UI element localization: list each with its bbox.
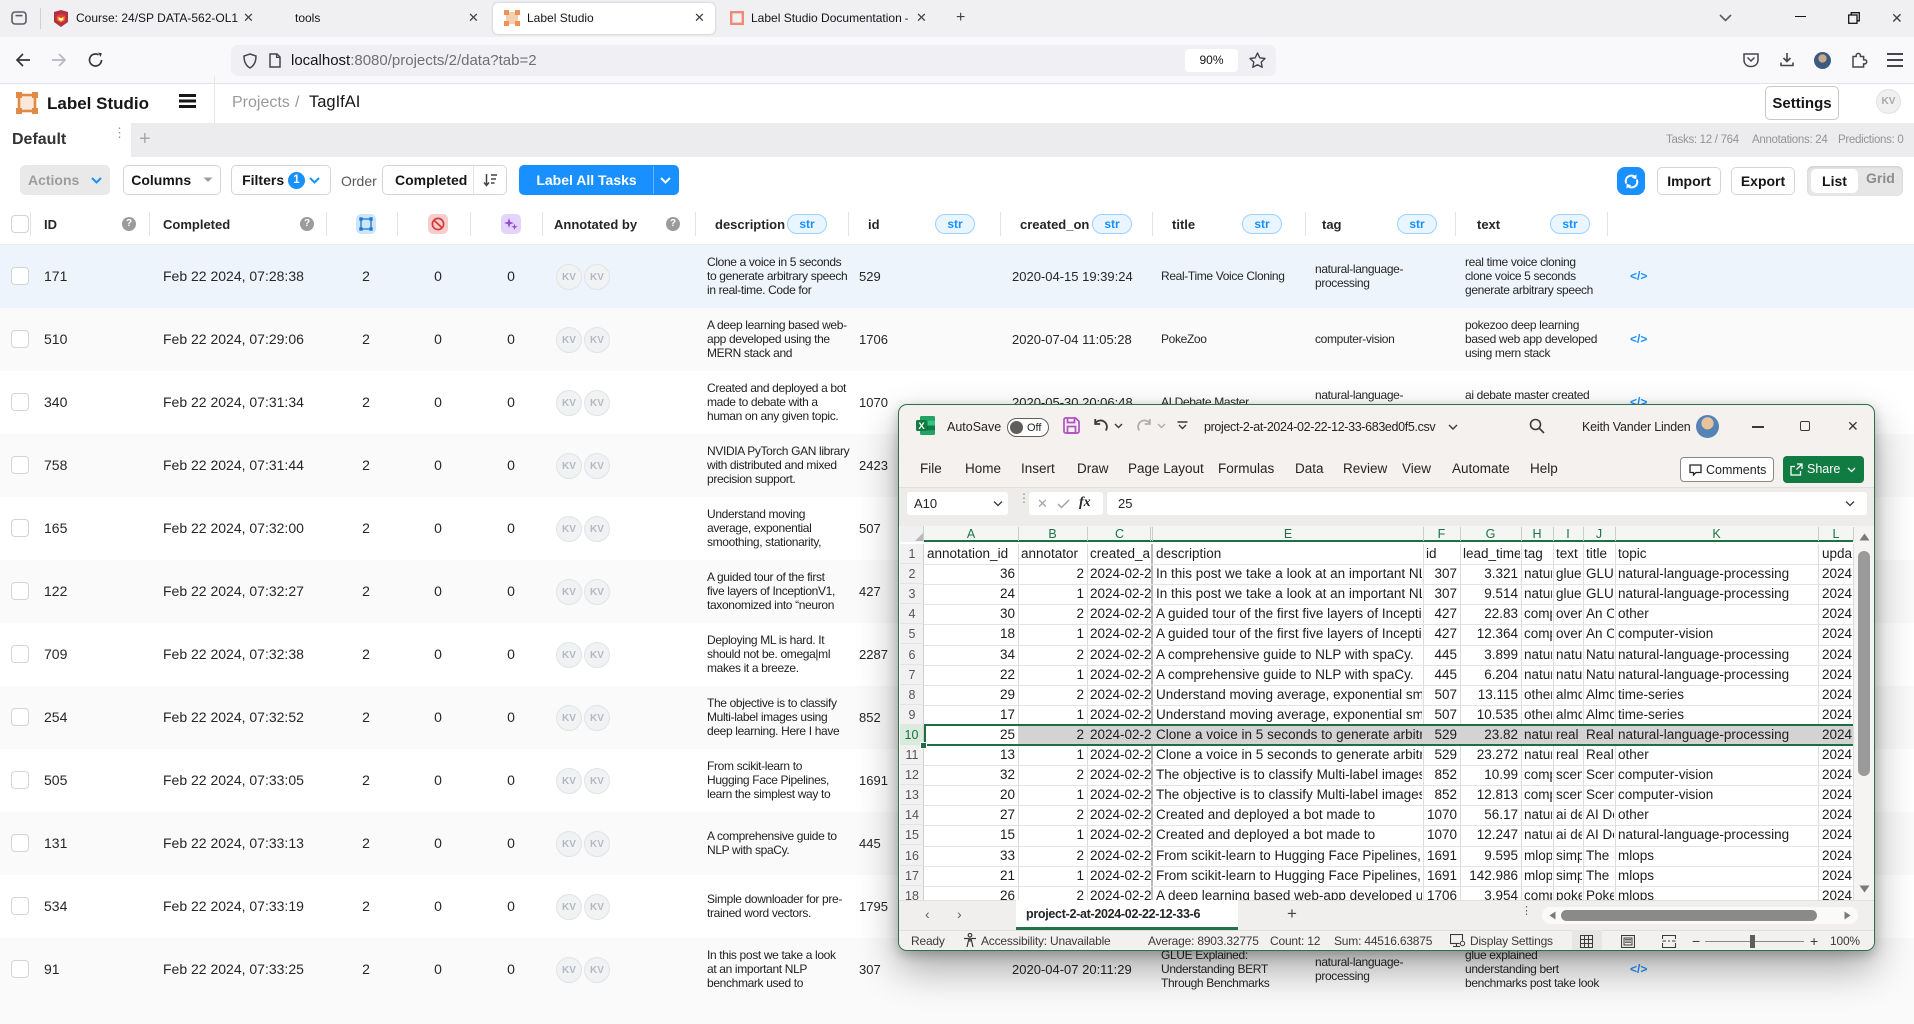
svg-text:X: X	[918, 421, 925, 432]
